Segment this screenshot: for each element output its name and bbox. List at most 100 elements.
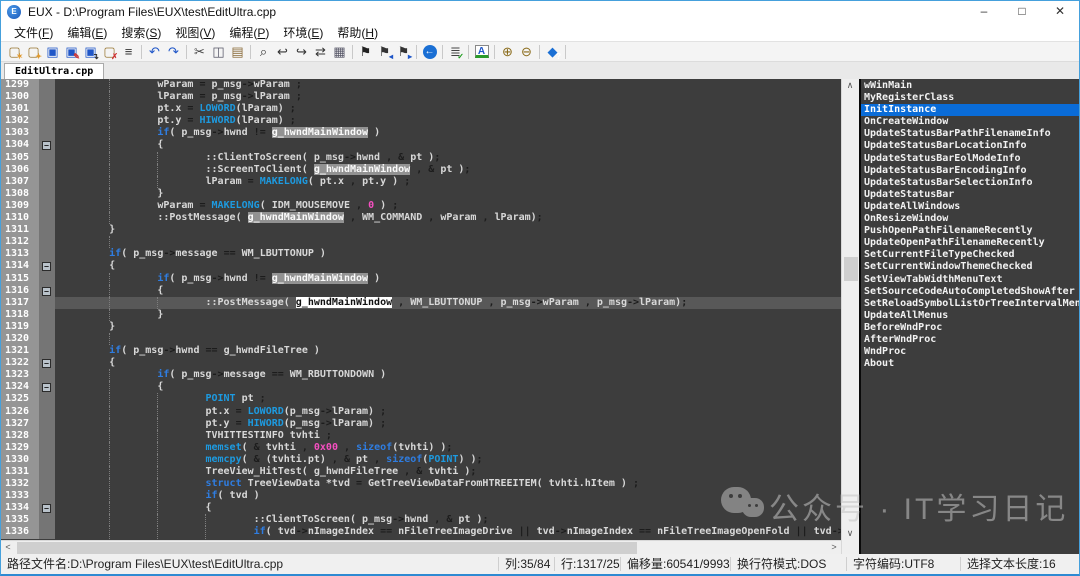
code-line[interactable]: 1330memcpy( & (tvhti.pt) , & pt , sizeof…: [1, 454, 841, 466]
code-line[interactable]: 1312: [1, 236, 841, 248]
horizontal-scrollbar[interactable]: < >: [1, 540, 841, 554]
function-list-item[interactable]: BeforeWndProc: [861, 322, 1079, 334]
function-list-item[interactable]: wWinMain: [861, 80, 1079, 92]
find-next-icon[interactable]: ↪: [292, 43, 311, 61]
todo-list-icon[interactable]: ≣✓: [446, 43, 465, 61]
function-list-item[interactable]: SetCurrentFileTypeChecked: [861, 249, 1079, 261]
close-file-icon[interactable]: ▢✗: [100, 43, 119, 61]
file-list-icon[interactable]: ≡: [119, 43, 138, 61]
scroll-down-arrow-icon[interactable]: ∨: [843, 527, 857, 540]
scroll-left-arrow-icon[interactable]: <: [1, 541, 15, 554]
code-line[interactable]: 1332struct TreeViewData *tvd = GetTreeVi…: [1, 478, 841, 490]
code-line[interactable]: 1302pt.y = HIWORD(lParam) ;: [1, 115, 841, 127]
function-list-item[interactable]: UpdateStatusBarSelectionInfo: [861, 177, 1079, 189]
maximize-button[interactable]: □: [1003, 1, 1041, 23]
zoom-in-icon[interactable]: ⊕: [498, 43, 517, 61]
menu-item-5[interactable]: 环境(E): [276, 24, 330, 41]
function-list-item[interactable]: SetSourceCodeAutoCompletedShowAfter: [861, 286, 1079, 298]
menu-item-0[interactable]: 文件(F): [7, 24, 60, 41]
menu-item-3[interactable]: 视图(V): [168, 24, 222, 41]
function-list-item[interactable]: UpdateStatusBarLocationInfo: [861, 140, 1079, 152]
function-list-item[interactable]: UpdateStatusBarEncodingInfo: [861, 165, 1079, 177]
function-list-item[interactable]: SetCurrentWindowThemeChecked: [861, 261, 1079, 273]
zoom-out-icon[interactable]: ⊖: [517, 43, 536, 61]
function-list-item[interactable]: SetViewTabWidthMenuText: [861, 274, 1079, 286]
code-line[interactable]: 1319}: [1, 321, 841, 333]
fold-collapse-icon[interactable]: −: [42, 262, 51, 271]
close-button[interactable]: ✕: [1041, 1, 1079, 23]
prev-bookmark-icon[interactable]: ⚑◂: [375, 43, 394, 61]
scroll-up-arrow-icon[interactable]: ∧: [843, 79, 857, 92]
syntax-color-icon[interactable]: A: [472, 43, 491, 61]
code-line[interactable]: 1322−{: [1, 357, 841, 369]
code-line[interactable]: 1305::ClientToScreen( p_msg->hwnd , & pt…: [1, 152, 841, 164]
code-line[interactable]: 1334−{: [1, 502, 841, 514]
function-list-item[interactable]: UpdateStatusBarPathFilenameInfo: [861, 128, 1079, 140]
cut-icon[interactable]: ✂: [190, 43, 209, 61]
function-list-item[interactable]: OnResizeWindow: [861, 213, 1079, 225]
code-editor[interactable]: 1299wParam = p_msg->wParam ;1300lParam =…: [1, 79, 841, 540]
code-line[interactable]: 1328TVHITTESTINFO tvhti ;: [1, 430, 841, 442]
fold-collapse-icon[interactable]: −: [42, 359, 51, 368]
code-line[interactable]: 1323if( p_msg->message == WM_RBUTTONDOWN…: [1, 369, 841, 381]
back-icon[interactable]: ←: [420, 43, 439, 61]
function-list-item[interactable]: OnCreateWindow: [861, 116, 1079, 128]
menu-item-6[interactable]: 帮助(H): [330, 24, 385, 41]
menu-item-4[interactable]: 编程(P): [222, 24, 276, 41]
code-line[interactable]: 1311}: [1, 224, 841, 236]
save-all-icon[interactable]: ▣↴: [81, 43, 100, 61]
code-line[interactable]: 1315if( p_msg->hwnd != g_hwndMainWindow …: [1, 273, 841, 285]
code-line[interactable]: 1321if( p_msg->hwnd == g_hwndFileTree ): [1, 345, 841, 357]
code-line[interactable]: 1304−{: [1, 139, 841, 151]
fold-collapse-icon[interactable]: −: [42, 383, 51, 392]
code-line[interactable]: 1309wParam = MAKELONG( IDM_MOUSEMOVE , 0…: [1, 200, 841, 212]
fold-collapse-icon[interactable]: −: [42, 141, 51, 150]
fold-collapse-icon[interactable]: −: [42, 504, 51, 513]
function-list-item[interactable]: InitInstance: [861, 104, 1079, 116]
menu-item-2[interactable]: 搜索(S): [114, 24, 168, 41]
function-list-item[interactable]: UpdateStatusBar: [861, 189, 1079, 201]
function-list-item[interactable]: UpdateAllMenus: [861, 310, 1079, 322]
copy-icon[interactable]: ◫: [209, 43, 228, 61]
code-line[interactable]: 1303if( p_msg->hwnd != g_hwndMainWindow …: [1, 127, 841, 139]
code-line[interactable]: 1324−{: [1, 381, 841, 393]
menu-item-1[interactable]: 编辑(E): [60, 24, 114, 41]
function-list-item[interactable]: About: [861, 358, 1079, 370]
tab-editultra-cpp[interactable]: EditUltra.cpp: [4, 63, 104, 79]
code-line[interactable]: 1313if( p_msg->message == WM_LBUTTONUP ): [1, 248, 841, 260]
replace-icon[interactable]: ▦: [330, 43, 349, 61]
next-bookmark-icon[interactable]: ⚑▸: [394, 43, 413, 61]
save-as-icon[interactable]: ▣✎: [62, 43, 81, 61]
code-line[interactable]: 1310::PostMessage( g_hwndMainWindow , WM…: [1, 212, 841, 224]
open-file-icon[interactable]: ▢✦: [24, 43, 43, 61]
find-icon[interactable]: ⌕: [254, 43, 273, 61]
find-prev-icon[interactable]: ↩: [273, 43, 292, 61]
horizontal-scrollbar-thumb[interactable]: [17, 542, 637, 554]
code-line[interactable]: 1329memset( & tvhti , 0x00 , sizeof(tvht…: [1, 442, 841, 454]
paste-icon[interactable]: ▤: [228, 43, 247, 61]
code-line[interactable]: 1314−{: [1, 260, 841, 272]
code-line[interactable]: 1307lParam = MAKELONG( pt.x , pt.y ) ;: [1, 176, 841, 188]
fold-collapse-icon[interactable]: −: [42, 287, 51, 296]
code-line[interactable]: 1331TreeView_HitTest( g_hwndFileTree , &…: [1, 466, 841, 478]
code-line[interactable]: 1308}: [1, 188, 841, 200]
function-list-item[interactable]: UpdateStatusBarEolModeInfo: [861, 153, 1079, 165]
code-line[interactable]: 1317::PostMessage( g_hwndMainWindow , WM…: [1, 297, 841, 309]
code-line[interactable]: 1336if( tvd->nImageIndex == nFileTreeIma…: [1, 526, 841, 538]
vertical-scrollbar[interactable]: ∧ ∨: [841, 79, 859, 554]
about-icon[interactable]: ◆?: [543, 43, 562, 61]
function-list-item[interactable]: MyRegisterClass: [861, 92, 1079, 104]
undo-icon[interactable]: ↶: [145, 43, 164, 61]
code-line[interactable]: 1301pt.x = LOWORD(lParam) ;: [1, 103, 841, 115]
function-list-item[interactable]: WndProc: [861, 346, 1079, 358]
function-list-item[interactable]: AfterWndProc: [861, 334, 1079, 346]
function-list-item[interactable]: UpdateOpenPathFilenameRecently: [861, 237, 1079, 249]
minimize-button[interactable]: –: [965, 1, 1003, 23]
code-line[interactable]: 1327pt.y = HIWORD(p_msg->lParam) ;: [1, 418, 841, 430]
redo-icon[interactable]: ↷: [164, 43, 183, 61]
function-list-item[interactable]: SetReloadSymbolListOrTreeIntervalMen: [861, 298, 1079, 310]
save-icon[interactable]: ▣: [43, 43, 62, 61]
new-file-icon[interactable]: ▢✶: [5, 43, 24, 61]
scroll-right-arrow-icon[interactable]: >: [827, 541, 841, 554]
function-list-item[interactable]: UpdateAllWindows: [861, 201, 1079, 213]
